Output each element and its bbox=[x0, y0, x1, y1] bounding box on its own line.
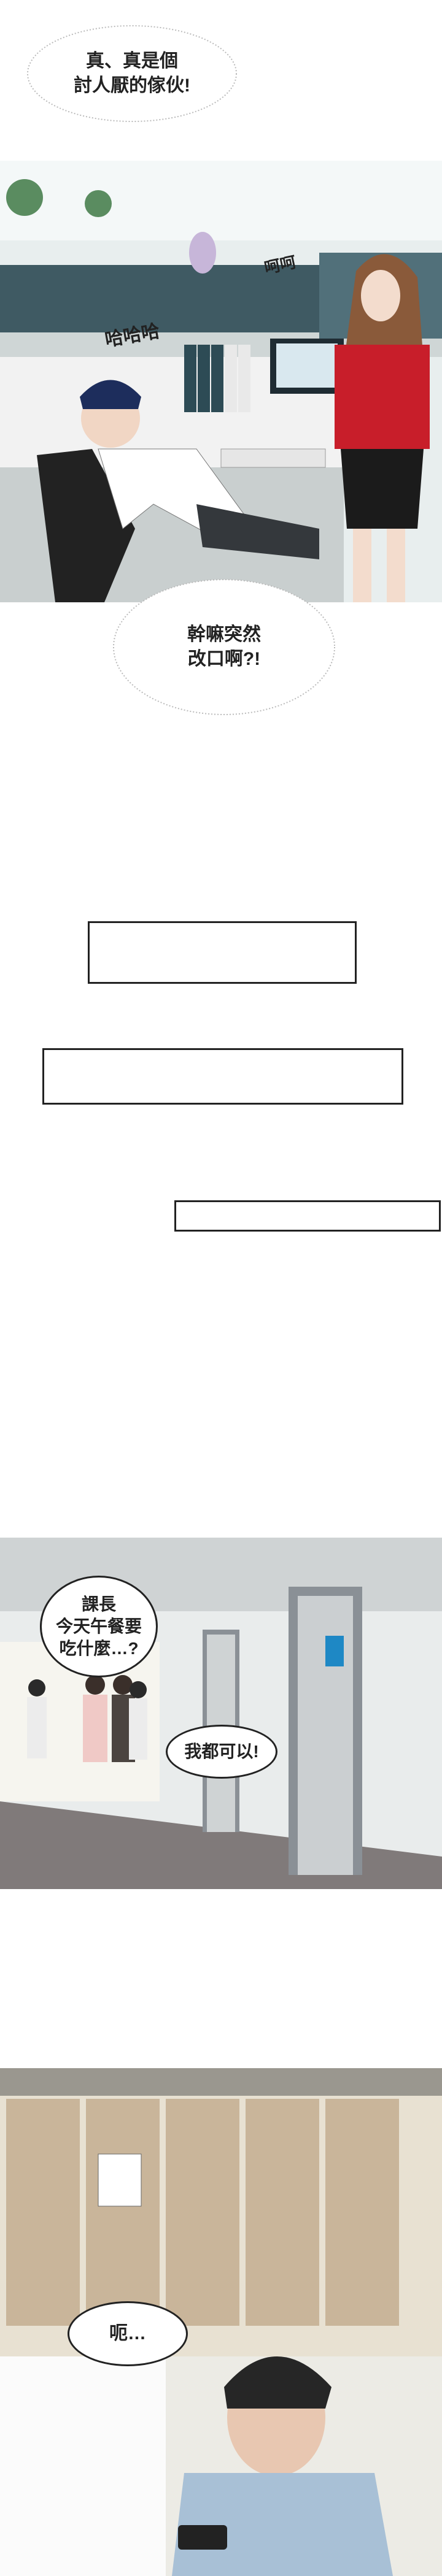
restroom-panel: 呃… bbox=[0, 2068, 442, 2576]
narration-box-1 bbox=[88, 921, 357, 984]
speech-bubble-annoying: 真、真是個 討人厭的傢伙! bbox=[74, 51, 190, 96]
office-panel: 哈哈哈 呵呵 bbox=[0, 161, 442, 602]
restroom-scene bbox=[0, 2068, 442, 2576]
hallway-panel: 課長 今天午餐要 吃什麼…? 我都可以! bbox=[0, 1538, 442, 1889]
speech-bubble-lunch: 課長 今天午餐要 吃什麼…? bbox=[40, 1576, 158, 1677]
speech-bubble-anything: 我都可以! bbox=[166, 1725, 277, 1779]
office-scene bbox=[0, 161, 442, 602]
narration-box-2 bbox=[42, 1048, 403, 1105]
speech-bubble-uh: 呃… bbox=[68, 2301, 188, 2366]
speech-bubble-change: 幹嘛突然 改口啊?! bbox=[187, 624, 261, 669]
narration-box-3 bbox=[174, 1200, 441, 1232]
